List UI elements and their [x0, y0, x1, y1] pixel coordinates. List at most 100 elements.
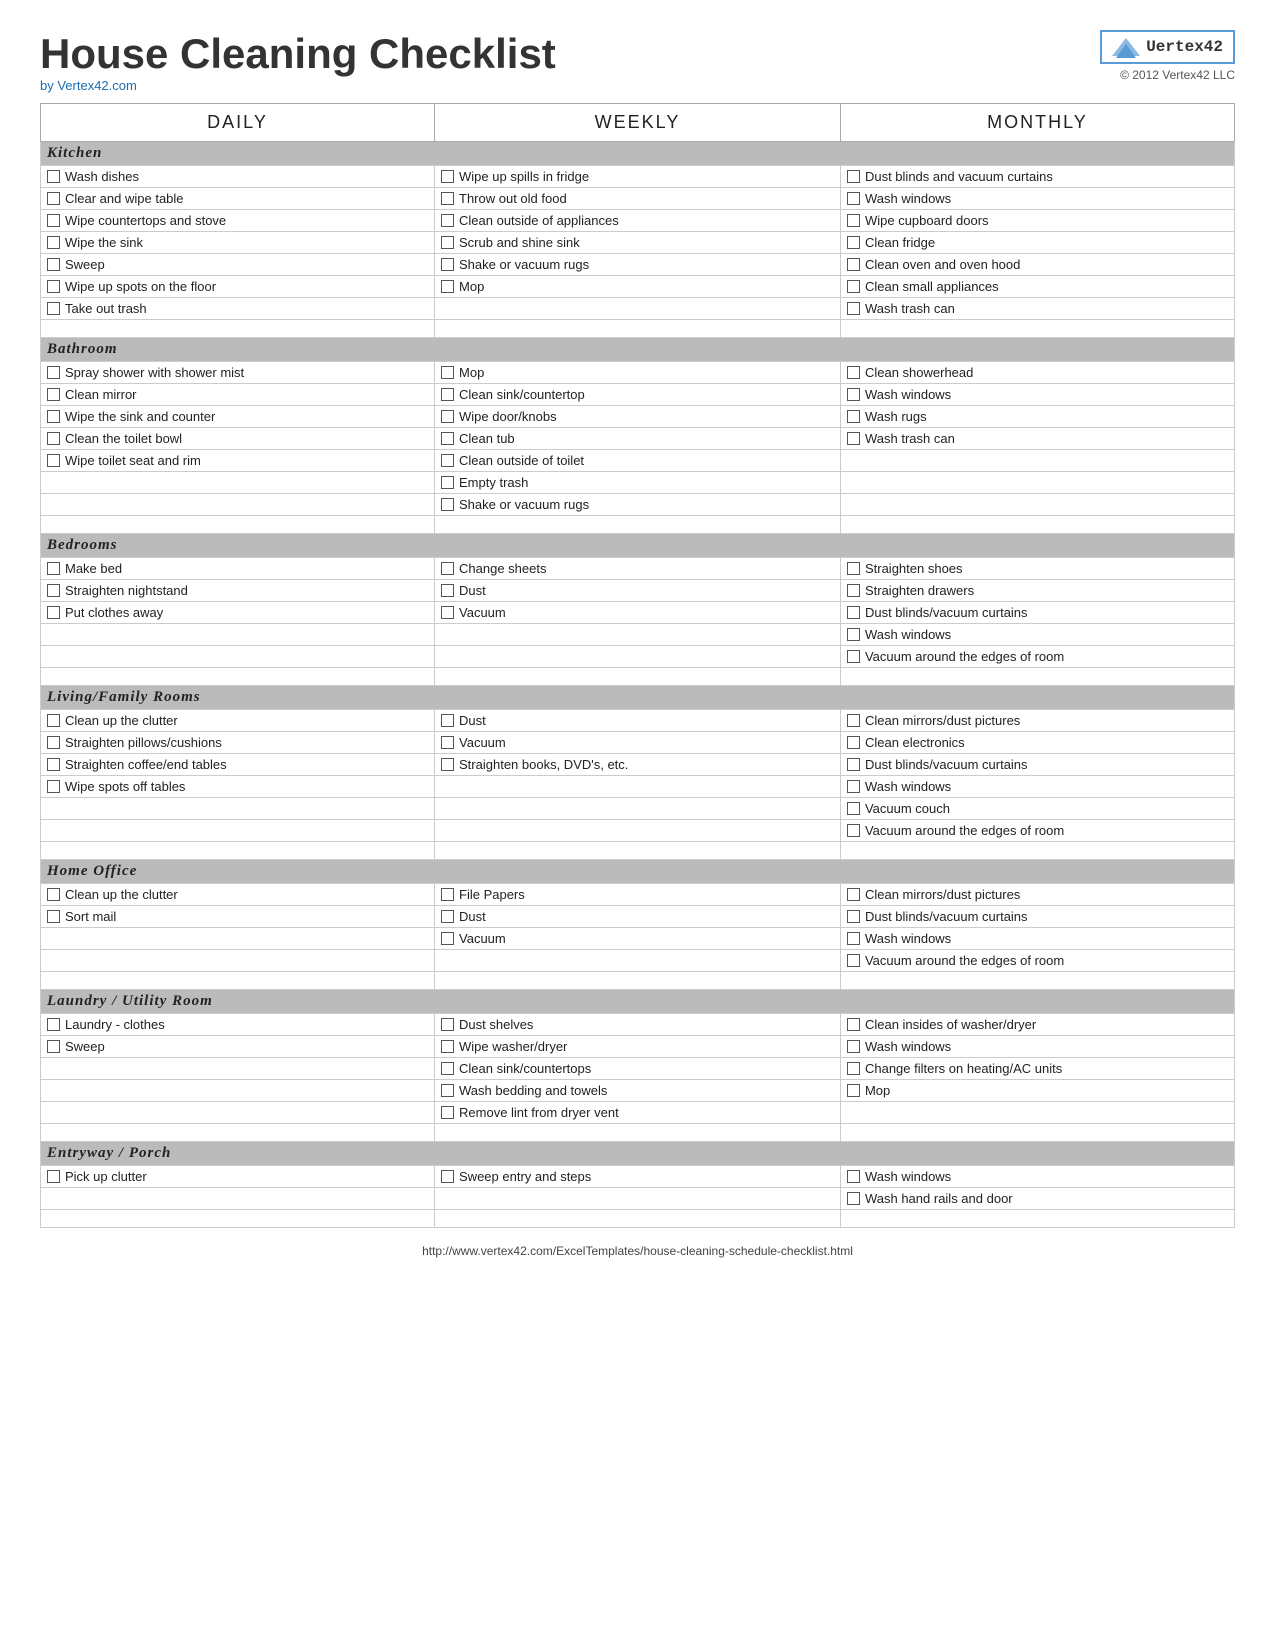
- checkbox[interactable]: [441, 1084, 454, 1097]
- checkbox[interactable]: [441, 280, 454, 293]
- checkbox[interactable]: [441, 714, 454, 727]
- checkbox[interactable]: [441, 170, 454, 183]
- checkbox[interactable]: [47, 736, 60, 749]
- checkbox[interactable]: [47, 366, 60, 379]
- checkbox[interactable]: [847, 824, 860, 837]
- checkbox[interactable]: [847, 1062, 860, 1075]
- task-label: Change sheets: [459, 561, 546, 576]
- checkbox[interactable]: [47, 302, 60, 315]
- table-row: SweepWipe washer/dryerWash windows: [41, 1036, 1235, 1058]
- checkbox[interactable]: [441, 932, 454, 945]
- checkbox[interactable]: [847, 780, 860, 793]
- checkbox[interactable]: [441, 498, 454, 511]
- checkbox[interactable]: [441, 910, 454, 923]
- checkbox[interactable]: [47, 280, 60, 293]
- checkbox[interactable]: [441, 1170, 454, 1183]
- checkbox[interactable]: [847, 1170, 860, 1183]
- checkbox[interactable]: [847, 214, 860, 227]
- checkbox[interactable]: [847, 802, 860, 815]
- checkbox[interactable]: [47, 432, 60, 445]
- checkbox[interactable]: [441, 1040, 454, 1053]
- checkbox[interactable]: [47, 454, 60, 467]
- checkbox[interactable]: [47, 170, 60, 183]
- checkbox[interactable]: [47, 214, 60, 227]
- checkbox[interactable]: [47, 1170, 60, 1183]
- checkbox[interactable]: [847, 562, 860, 575]
- weekly-cell: [435, 1188, 841, 1210]
- checkbox[interactable]: [847, 1084, 860, 1097]
- checkbox[interactable]: [847, 606, 860, 619]
- checkbox[interactable]: [847, 388, 860, 401]
- table-row: Straighten coffee/end tablesStraighten b…: [41, 754, 1235, 776]
- checkbox[interactable]: [847, 954, 860, 967]
- checkbox[interactable]: [47, 714, 60, 727]
- checkbox[interactable]: [47, 1040, 60, 1053]
- checkbox[interactable]: [441, 584, 454, 597]
- checkbox[interactable]: [47, 584, 60, 597]
- checkbox[interactable]: [441, 1062, 454, 1075]
- checkbox[interactable]: [847, 192, 860, 205]
- monthly-cell: Straighten drawers: [840, 580, 1234, 602]
- checkbox[interactable]: [441, 236, 454, 249]
- task-label: Mop: [865, 1083, 890, 1098]
- monthly-cell: Mop: [840, 1080, 1234, 1102]
- checkbox[interactable]: [47, 758, 60, 771]
- checkbox[interactable]: [441, 1018, 454, 1031]
- checkbox[interactable]: [47, 562, 60, 575]
- checkbox[interactable]: [441, 736, 454, 749]
- by-link[interactable]: by Vertex42.com: [40, 78, 137, 93]
- weekly-cell: Clean outside of toilet: [435, 450, 841, 472]
- checkbox[interactable]: [47, 192, 60, 205]
- checkbox[interactable]: [47, 388, 60, 401]
- checkbox[interactable]: [441, 606, 454, 619]
- checkbox[interactable]: [47, 1018, 60, 1031]
- checkbox[interactable]: [847, 410, 860, 423]
- checkbox[interactable]: [847, 1040, 860, 1053]
- checkbox[interactable]: [847, 432, 860, 445]
- checkbox[interactable]: [847, 1192, 860, 1205]
- checkbox[interactable]: [441, 192, 454, 205]
- checkbox[interactable]: [847, 280, 860, 293]
- checkbox[interactable]: [847, 366, 860, 379]
- checkbox[interactable]: [441, 562, 454, 575]
- checkbox[interactable]: [847, 628, 860, 641]
- weekly-cell: [435, 624, 841, 646]
- checkbox[interactable]: [47, 780, 60, 793]
- checkbox[interactable]: [441, 454, 454, 467]
- checkbox[interactable]: [847, 302, 860, 315]
- checkbox[interactable]: [847, 650, 860, 663]
- checkbox[interactable]: [441, 432, 454, 445]
- checkbox[interactable]: [47, 236, 60, 249]
- checkbox[interactable]: [441, 388, 454, 401]
- checkbox[interactable]: [847, 736, 860, 749]
- checkbox[interactable]: [847, 910, 860, 923]
- table-row: Wipe toilet seat and rimClean outside of…: [41, 450, 1235, 472]
- checkbox[interactable]: [441, 1106, 454, 1119]
- checkbox[interactable]: [47, 888, 60, 901]
- checkbox[interactable]: [847, 584, 860, 597]
- checkbox[interactable]: [47, 910, 60, 923]
- checkbox[interactable]: [847, 170, 860, 183]
- checkbox[interactable]: [47, 606, 60, 619]
- checkbox[interactable]: [441, 410, 454, 423]
- checkbox[interactable]: [847, 714, 860, 727]
- checkbox[interactable]: [441, 214, 454, 227]
- copyright: © 2012 Vertex42 LLC: [1100, 68, 1235, 82]
- checkbox[interactable]: [441, 258, 454, 271]
- checkbox[interactable]: [847, 758, 860, 771]
- checkbox[interactable]: [441, 758, 454, 771]
- checkbox[interactable]: [441, 366, 454, 379]
- checkbox[interactable]: [441, 888, 454, 901]
- checkbox[interactable]: [847, 236, 860, 249]
- checkbox[interactable]: [441, 476, 454, 489]
- daily-cell: Laundry - clothes: [41, 1014, 435, 1036]
- task-label: Vacuum around the edges of room: [865, 649, 1064, 664]
- checkbox[interactable]: [847, 1018, 860, 1031]
- checkbox[interactable]: [847, 932, 860, 945]
- checkbox[interactable]: [847, 258, 860, 271]
- checkbox[interactable]: [47, 410, 60, 423]
- task-label: Clean electronics: [865, 735, 965, 750]
- checkbox[interactable]: [847, 888, 860, 901]
- checkbox[interactable]: [47, 258, 60, 271]
- task-label: Wash hand rails and door: [865, 1191, 1013, 1206]
